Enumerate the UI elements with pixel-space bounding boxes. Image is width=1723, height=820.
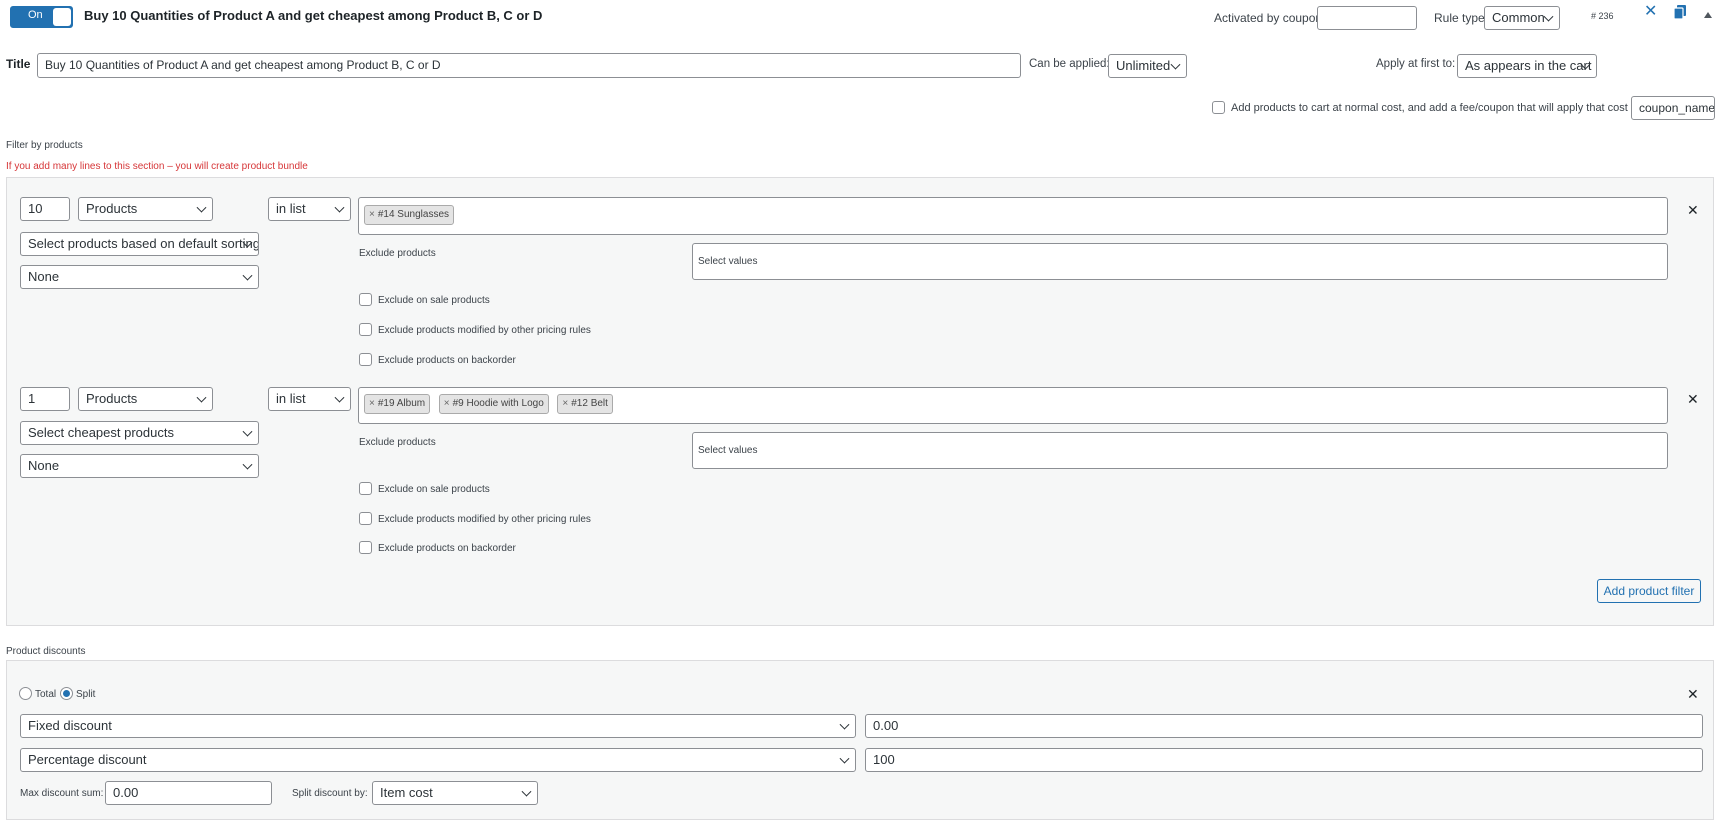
filter-1-exclude-field[interactable]: Select values: [692, 243, 1668, 280]
can-be-applied-value: Unlimited: [1116, 58, 1171, 73]
filter-1-exclude-modified-label: Exclude products modified by other prici…: [378, 325, 591, 336]
max-discount-sum-input[interactable]: 0.00: [105, 781, 272, 805]
filter-1-type-value: Products: [86, 201, 138, 216]
filter-2-exclude-field[interactable]: Select values: [692, 432, 1668, 469]
rule-type-label: Rule type: [1434, 11, 1485, 25]
rule-enabled-toggle[interactable]: On: [10, 6, 73, 28]
filter-2-sorting-value: Select cheapest products: [28, 425, 174, 440]
discount-split-radio[interactable]: [60, 687, 73, 700]
tag-label: #14 Sunglasses: [377, 209, 450, 220]
filter-2-type-select[interactable]: Products: [78, 387, 213, 411]
discounts-heading: Product discounts: [6, 646, 86, 657]
discount-1-type-value: Fixed discount: [28, 718, 112, 733]
filter-2-product-tag[interactable]: × #19 Album: [364, 394, 431, 414]
max-discount-sum-label: Max discount sum:: [20, 788, 104, 799]
filter-1-extra-select[interactable]: None: [20, 265, 259, 289]
remove-tag-icon[interactable]: ×: [369, 398, 375, 409]
apply-at-first-value: As appears in the cart: [1465, 58, 1592, 73]
filter-2-sorting-select[interactable]: Select cheapest products: [20, 421, 259, 445]
discount-2-type-value: Percentage discount: [28, 752, 147, 767]
filter-2-mode-value: in list: [276, 391, 306, 406]
filter-2-exclude-sale-label: Exclude on sale products: [378, 484, 490, 495]
filter-2-exclude-label: Exclude products: [359, 437, 436, 448]
filter-1-exclude-sale-checkbox[interactable]: [359, 293, 372, 306]
filter-2-extra-value: None: [28, 458, 60, 473]
rule-type-select[interactable]: Common: [1484, 6, 1560, 30]
filter-1-remove-icon[interactable]: ✕: [1687, 202, 1699, 218]
filter-2-exclude-placeholder: Select values: [698, 445, 758, 456]
copy-icon[interactable]: [1673, 4, 1687, 23]
can-be-applied-label: Can be applied:: [1029, 58, 1110, 70]
toggle-label: On: [28, 9, 43, 21]
discount-total-radio[interactable]: [19, 687, 32, 700]
title-label: Title: [6, 57, 31, 71]
add-product-filter-button[interactable]: Add product filter: [1597, 579, 1701, 603]
filter-1-mode-select[interactable]: in list: [268, 197, 351, 221]
rule-id: # 236: [1591, 11, 1614, 21]
tag-label: #9 Hoodie with Logo: [452, 398, 544, 409]
discount-1-value-input[interactable]: 0.00: [865, 714, 1703, 738]
discount-remove-icon[interactable]: ✕: [1687, 686, 1699, 702]
add-fee-checkbox[interactable]: [1212, 101, 1225, 114]
filter-1-product-tag[interactable]: × #14 Sunglasses: [364, 205, 455, 225]
delete-rule-icon[interactable]: ✕: [1644, 4, 1657, 20]
discount-2-type-select[interactable]: Percentage discount: [20, 748, 856, 772]
rule-type-value: Common: [1492, 10, 1545, 25]
discount-total-label: Total: [35, 689, 57, 700]
filter-2-exclude-sale-checkbox[interactable]: [359, 482, 372, 495]
filter-1-exclude-label: Exclude products: [359, 248, 436, 259]
filter-2-exclude-backorder-label: Exclude products on backorder: [378, 543, 516, 554]
filter-heading: Filter by products: [6, 140, 83, 151]
filter-1-exclude-sale-label: Exclude on sale products: [378, 295, 490, 306]
split-discount-by-select[interactable]: Item cost: [372, 781, 538, 805]
apply-at-first-label: Apply at first to:: [1376, 58, 1456, 70]
filter-2-mode-select[interactable]: in list: [268, 387, 351, 411]
filter-1-qty-input[interactable]: 10: [20, 197, 70, 221]
filter-2-products-field[interactable]: × #19 Album × #9 Hoodie with Logo × #12 Bel…: [358, 387, 1668, 424]
split-discount-by-value: Item cost: [380, 785, 433, 800]
filter-2-exclude-modified-label: Exclude products modified by other prici…: [378, 514, 591, 525]
filter-1-extra-value: None: [28, 269, 60, 284]
title-input[interactable]: Buy 10 Quantities of Product A and get c…: [37, 53, 1021, 78]
filter-1-exclude-backorder-checkbox[interactable]: [359, 353, 372, 366]
filter-1-sorting-value: Select products based on default sorting: [28, 236, 259, 251]
filter-1-products-field[interactable]: × #14 Sunglasses: [358, 197, 1668, 235]
discount-2-value-input[interactable]: 100: [865, 748, 1703, 772]
activated-by-coupon-label: Activated by coupon: [1214, 11, 1323, 25]
filter-2-product-tag[interactable]: × #12 Belt: [557, 394, 613, 414]
can-be-applied-select[interactable]: Unlimited: [1108, 54, 1187, 78]
filter-2-type-value: Products: [86, 391, 138, 406]
filter-1-sorting-select[interactable]: Select products based on default sorting: [20, 232, 259, 256]
rule-title-heading: Buy 10 Quantities of Product A and get c…: [84, 8, 543, 23]
remove-tag-icon[interactable]: ×: [369, 209, 375, 220]
toggle-knob: [53, 8, 71, 26]
filter-2-exclude-backorder-checkbox[interactable]: [359, 541, 372, 554]
add-fee-label: Add products to cart at normal cost, and…: [1231, 102, 1628, 114]
split-discount-by-label: Split discount by:: [292, 788, 368, 799]
filter-2-exclude-modified-checkbox[interactable]: [359, 512, 372, 525]
remove-tag-icon[interactable]: ×: [562, 398, 568, 409]
collapse-triangle-icon[interactable]: [1703, 7, 1713, 22]
tag-label: #19 Album: [377, 398, 426, 409]
bundle-warning: If you add many lines to this section – …: [6, 161, 308, 172]
remove-tag-icon[interactable]: ×: [444, 398, 450, 409]
filter-1-exclude-placeholder: Select values: [698, 256, 758, 267]
filter-1-exclude-backorder-label: Exclude products on backorder: [378, 355, 516, 366]
filter-2-remove-icon[interactable]: ✕: [1687, 391, 1699, 407]
discount-1-type-select[interactable]: Fixed discount: [20, 714, 856, 738]
filter-2-product-tag[interactable]: × #9 Hoodie with Logo: [438, 394, 549, 414]
apply-at-first-select[interactable]: As appears in the cart: [1457, 54, 1597, 78]
coupon-name-input[interactable]: coupon_name: [1631, 96, 1715, 120]
activated-by-coupon-input[interactable]: [1317, 6, 1417, 30]
filter-2-extra-select[interactable]: None: [20, 454, 259, 478]
filter-1-exclude-modified-checkbox[interactable]: [359, 323, 372, 336]
discount-split-label: Split: [76, 689, 96, 700]
tag-label: #12 Belt: [571, 398, 608, 409]
filter-1-mode-value: in list: [276, 201, 306, 216]
filter-2-qty-input[interactable]: 1: [20, 387, 70, 411]
filter-1-type-select[interactable]: Products: [78, 197, 213, 221]
